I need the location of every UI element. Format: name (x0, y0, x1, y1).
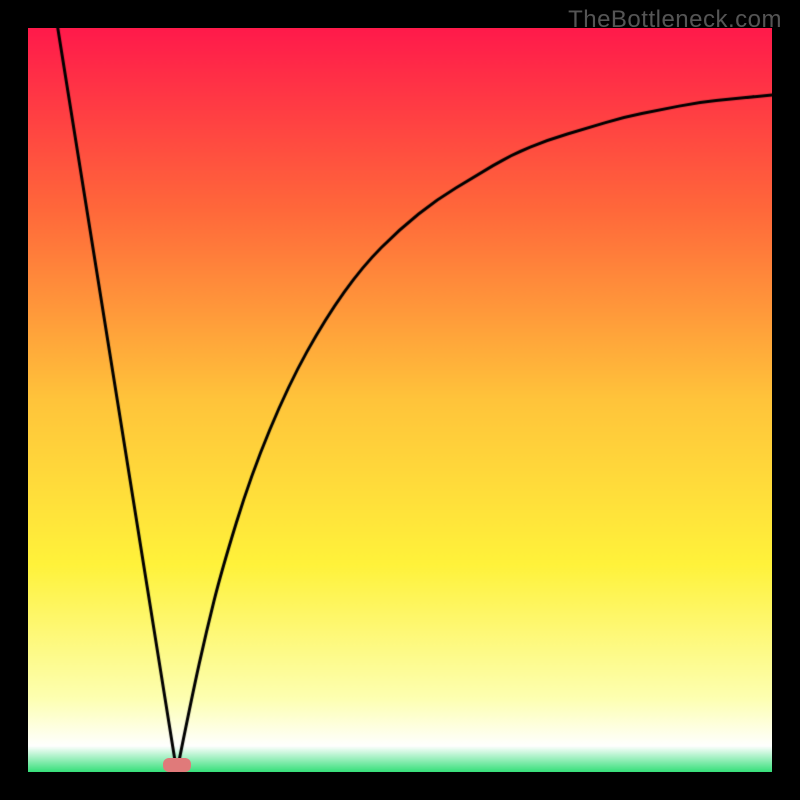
watermark-text: TheBottleneck.com (568, 6, 782, 34)
plot-area (28, 28, 772, 772)
minimum-marker (163, 758, 191, 772)
chart-canvas (28, 28, 772, 772)
chart-container: TheBottleneck.com (0, 0, 800, 800)
